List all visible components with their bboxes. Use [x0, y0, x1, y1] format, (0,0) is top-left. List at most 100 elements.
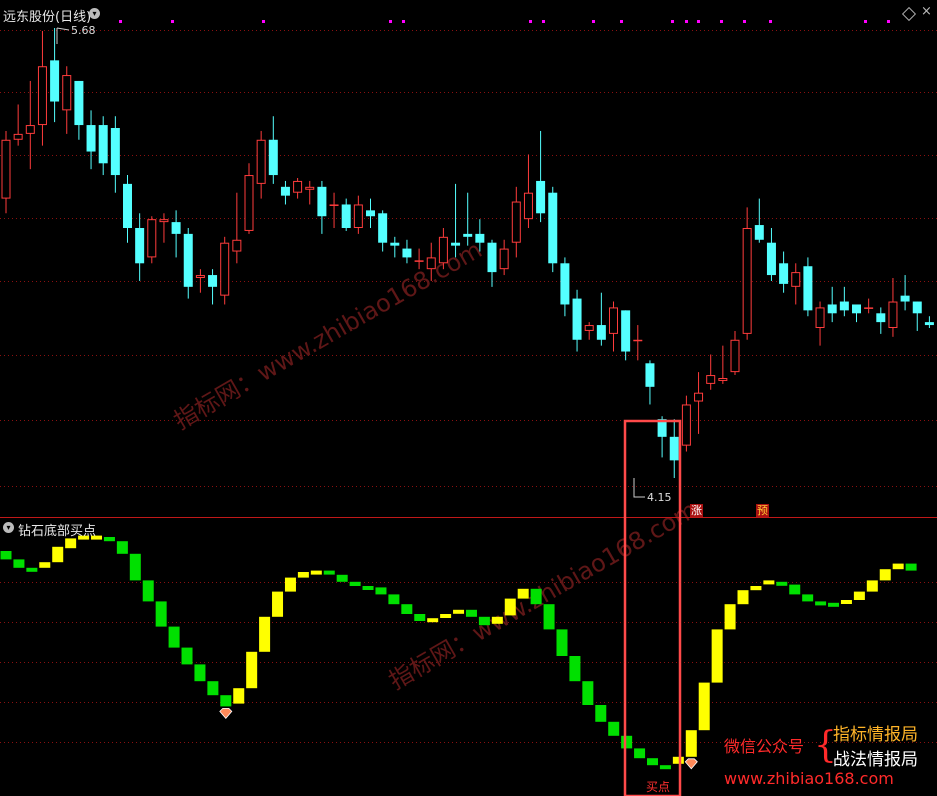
indicator-bar-down [634, 748, 646, 759]
candle-body-down [900, 295, 910, 302]
candle-body-down [669, 436, 679, 461]
candle-body-down [876, 313, 886, 323]
main-chart-title: 远东股份(日线) [3, 10, 92, 25]
indicator-bar-down [168, 626, 180, 648]
indicator-bar-down [414, 614, 426, 621]
indicator-bar-down [129, 553, 141, 581]
candle-body-up [353, 204, 363, 228]
high-price-label: 5.68 [71, 24, 96, 37]
candle-body-up [147, 219, 157, 258]
indicator-bar-down [905, 563, 917, 571]
indicator-bar-down [776, 581, 788, 586]
candle-body-up [25, 125, 35, 134]
watermark-text: 指标网：www.zhibiao168.com [169, 236, 487, 436]
promo-wechat-label: 微信公众号 [724, 737, 805, 756]
indicator-bar-up [840, 600, 852, 604]
candle-body-down [110, 128, 120, 176]
promo-line-2: 战法情报局 [833, 750, 918, 770]
candle-body-up [791, 272, 801, 287]
top-dot-marker [620, 20, 623, 23]
indicator-bar-down [569, 656, 581, 682]
indicator-bar-down [194, 664, 206, 682]
high-price-pointer [56, 27, 70, 44]
top-dot-marker [743, 20, 746, 23]
chart-canvas: 指标网：www.zhibiao168.com 指标网：www.zhibiao16… [0, 20, 937, 796]
indicator-bar-down [155, 601, 167, 627]
top-dot-marker [529, 20, 532, 23]
candle-body-up [13, 133, 23, 140]
top-dot-marker [389, 20, 392, 23]
indicator-bar-down [595, 705, 607, 722]
candle-body-up [414, 260, 424, 262]
indicator-bar-up [272, 591, 284, 617]
candle-body-up [888, 301, 898, 329]
candle-body-down [475, 233, 485, 243]
candle-body-down [645, 363, 655, 387]
top-dot-marker [671, 20, 674, 23]
indicator-bar-up [672, 756, 684, 764]
top-dot-marker [720, 20, 723, 23]
indicator-bar-down [478, 616, 490, 626]
indicator-bar-down [207, 681, 219, 696]
candle-body-down [50, 60, 60, 102]
indicator-bar-up [453, 609, 465, 614]
indicator-bar-up [724, 604, 736, 630]
indicator-bar-down [608, 721, 620, 736]
top-dot-marker [592, 20, 595, 23]
indicator-bar-up [711, 629, 723, 683]
low-price-label: 4.15 [647, 491, 672, 504]
indicator-bar-up [853, 591, 865, 600]
candle-body-up [742, 228, 752, 334]
candle-body-up [609, 307, 618, 334]
candle-body-up [195, 275, 205, 279]
indicator-bar-up [491, 616, 503, 624]
candle-body-up [62, 75, 72, 111]
candle-body-down [852, 304, 861, 314]
candle-body-down [839, 301, 849, 311]
candle-body-up [244, 175, 254, 231]
indicator-bar-up [517, 588, 529, 599]
candle-body-down [779, 263, 789, 284]
close-panel-icon[interactable]: × [921, 4, 932, 19]
indicator-bar-down [789, 584, 801, 595]
candle-body-up [305, 186, 315, 190]
indicator-bar-up [440, 614, 452, 618]
candle-body-down [560, 263, 570, 305]
candle-body-down [171, 222, 181, 234]
candle-body-down [402, 248, 412, 258]
top-dot-marker [262, 20, 265, 23]
candle-body-up [718, 378, 728, 381]
candle-body-up [633, 339, 643, 342]
diamond-marker-icon [684, 758, 698, 770]
candle-body-up [159, 219, 169, 223]
candle-body-up [329, 204, 339, 206]
main-panel-menu-icon[interactable]: ▾ [89, 8, 100, 19]
candle-body-down [924, 322, 934, 326]
candle-body-up [256, 139, 266, 184]
indicator-bar-down [388, 594, 400, 605]
candle-body-up [584, 325, 594, 331]
indicator-bar-down [349, 581, 361, 586]
top-dot-marker [887, 20, 890, 23]
indicator-bar-down [802, 594, 814, 602]
top-dot-marker [542, 20, 545, 23]
sub-panel-menu-icon[interactable]: ▾ [3, 522, 14, 533]
buy-zone-highlight-box [623, 419, 682, 796]
candle-body-up [511, 201, 521, 243]
indicator-bar-down [582, 681, 594, 705]
top-dot-marker [697, 20, 700, 23]
indicator-bar-down [621, 735, 633, 749]
indicator-bar-up [504, 598, 516, 616]
candle-body-down [463, 233, 473, 237]
indicator-bar-up [310, 570, 322, 575]
candle-body-down [366, 210, 375, 217]
candle-body-down [487, 242, 497, 273]
watermark-layer: 指标网：www.zhibiao168.com 指标网：www.zhibiao16… [169, 236, 702, 696]
indicator-bar-down [142, 580, 154, 602]
candle-body-down [280, 186, 290, 196]
candle-body-up [426, 257, 436, 270]
indicator-bar-down [543, 604, 555, 630]
indicator-bar-up [39, 562, 51, 568]
candle-body-up [706, 375, 716, 384]
indicator-bar-up [259, 616, 271, 652]
